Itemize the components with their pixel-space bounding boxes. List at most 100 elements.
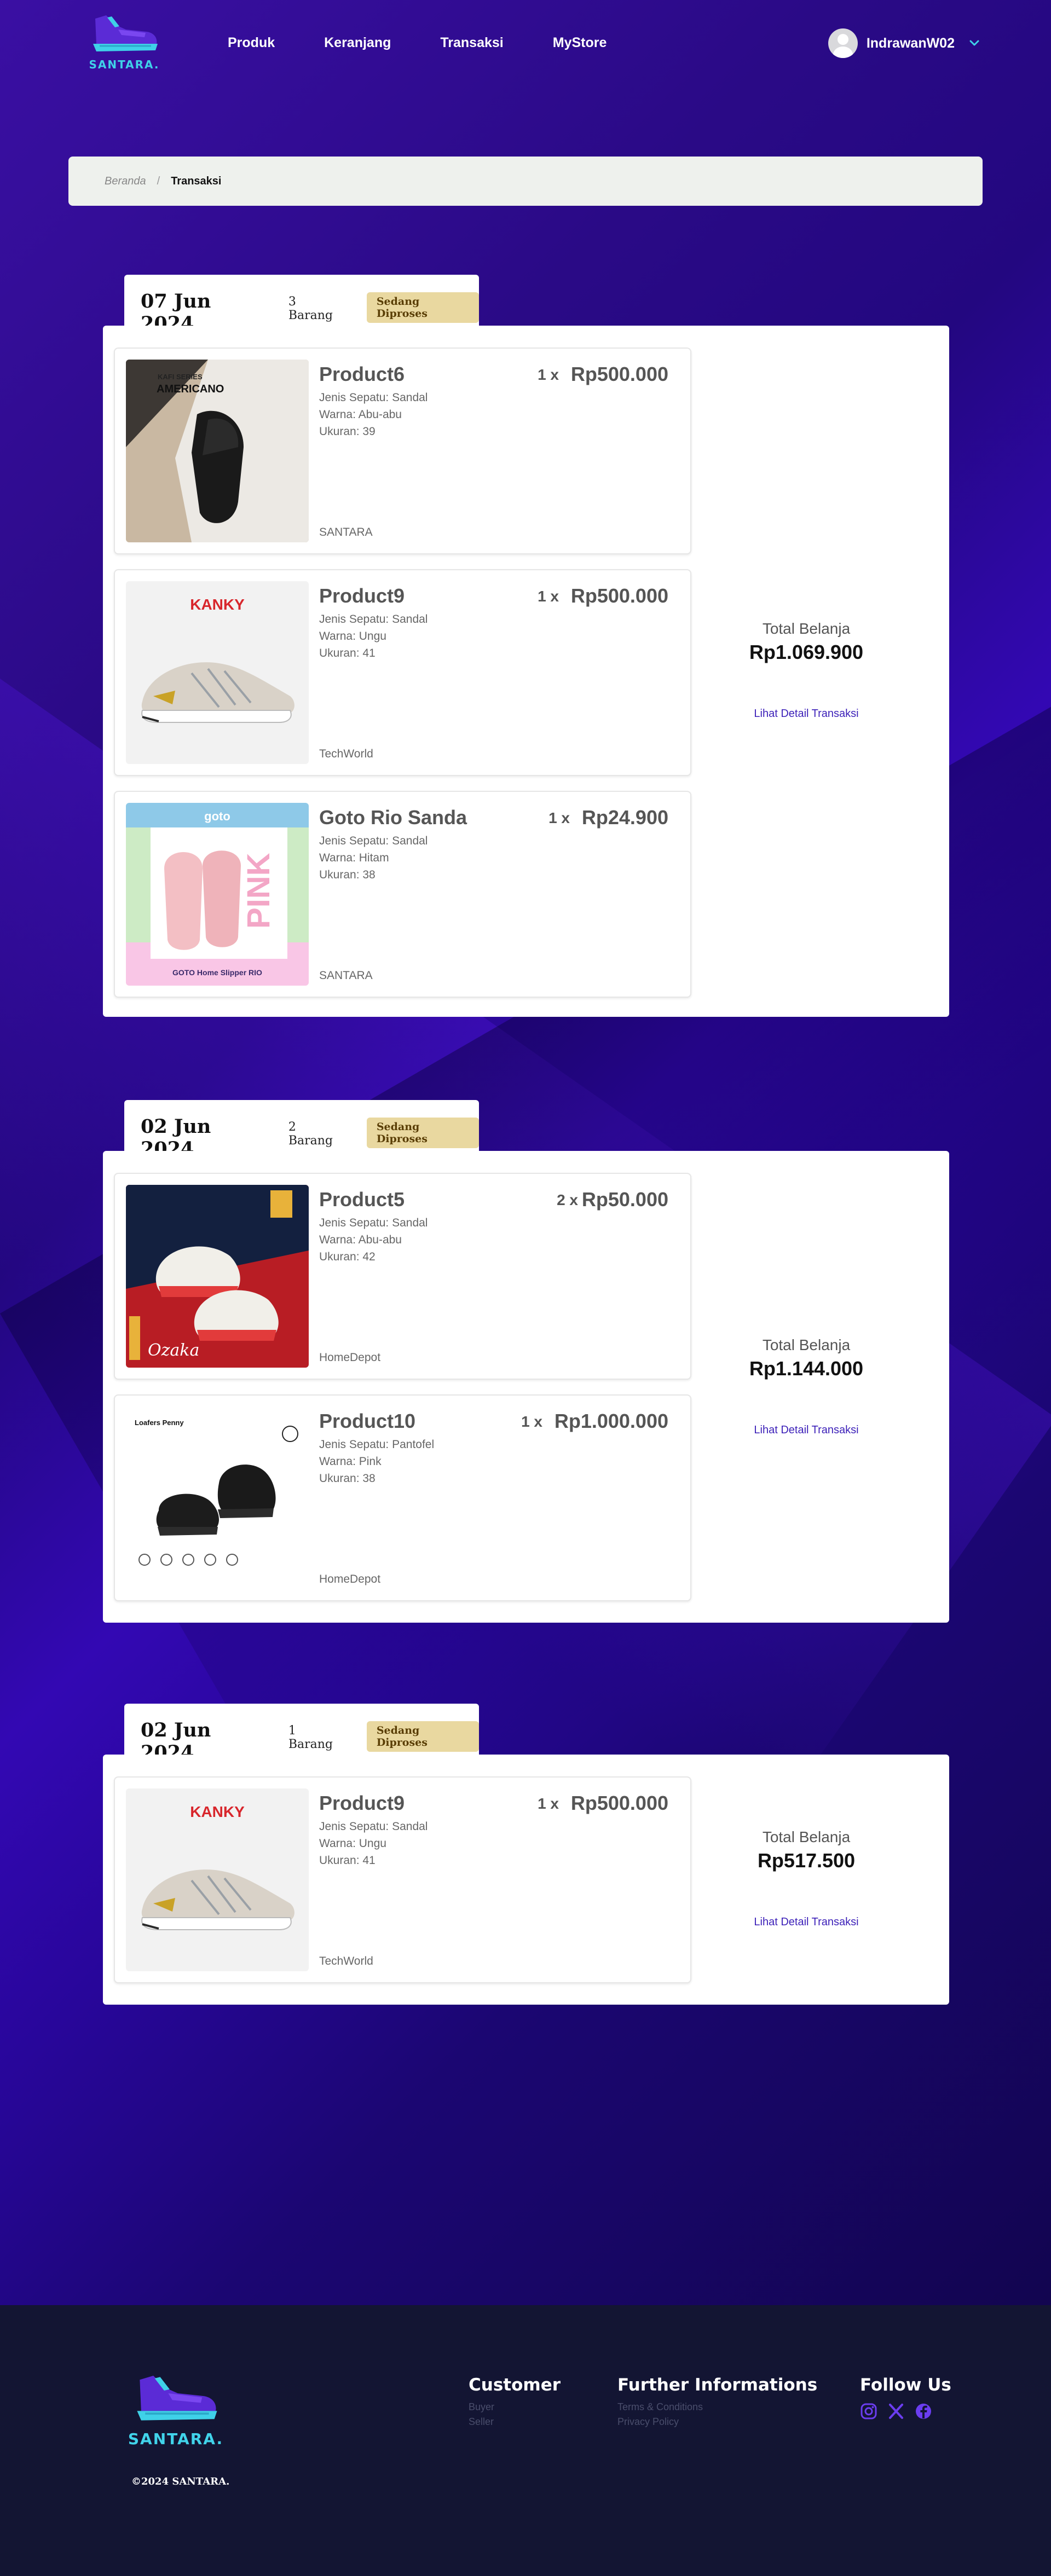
store-name: TechWorld [319, 748, 373, 760]
nav-link-transaksi[interactable]: Transaksi [440, 35, 503, 51]
order-card: 02 Jun 2024 2 Barang Sedang Diproses Oza… [103, 1100, 949, 1623]
product-price: Rp1.000.000 [554, 1410, 668, 1432]
view-transaction-detail-link[interactable]: Lihat Detail Transaksi [732, 1424, 880, 1437]
footer-further-column: Further Informations Terms & Conditions … [617, 2375, 817, 2428]
breadcrumb-separator: / [157, 175, 160, 187]
product-type: Jenis Sepatu: Sandal [319, 1217, 428, 1229]
store-name: TechWorld [319, 1955, 373, 1967]
order-summary: Total Belanja Rp1.144.000 Lihat Detail T… [732, 1336, 880, 1437]
product-name[interactable]: Product9 [319, 584, 405, 607]
image-caption-title: AMERICANO [157, 383, 224, 395]
order-body: KANKY Product9 1 x Rp500.000 Jenis Sepat… [103, 1755, 949, 2005]
product-price: Rp24.900 [581, 806, 668, 829]
product-type: Jenis Sepatu: Sandal [319, 613, 428, 626]
product-name[interactable]: Product9 [319, 1792, 405, 1815]
chevron-down-icon[interactable] [968, 37, 981, 50]
order-item[interactable]: Ozaka Product5 2 x Rp50.000 Jenis Sepatu… [114, 1173, 691, 1380]
image-caption-product: GOTO Home Slipper RIO [172, 968, 262, 977]
footer-link-seller[interactable]: Seller [469, 2416, 561, 2428]
order-items: Ozaka Product5 2 x Rp50.000 Jenis Sepatu… [114, 1173, 691, 1616]
main-nav: Produk Keranjang Transaksi MyStore [228, 35, 607, 51]
order-items: KANKY Product9 1 x Rp500.000 Jenis Sepat… [114, 1776, 691, 1998]
order-items: KAFI SERIES AMERICANO Product6 1 x Rp500… [114, 348, 691, 1012]
order-card: 02 Jun 2024 1 Barang Sedang Diproses KAN… [103, 1704, 949, 2005]
product-color: Warna: Hitam [319, 852, 389, 864]
order-summary: Total Belanja Rp1.069.900 Lihat Detail T… [732, 620, 880, 720]
user-menu[interactable]: IndrawanW02 [828, 28, 981, 58]
image-caption-brand: goto [204, 809, 230, 823]
status-badge: Sedang Diproses [366, 1118, 479, 1148]
product-type: Jenis Sepatu: Sandal [319, 835, 428, 847]
avatar[interactable] [828, 28, 858, 58]
nav-link-keranjang[interactable]: Keranjang [324, 35, 391, 51]
footer-customer-column: Customer Buyer Seller [469, 2375, 561, 2428]
image-caption-color: PINK [241, 853, 276, 929]
product-price: Rp500.000 [570, 1792, 668, 1814]
product-image[interactable]: KANKY [126, 581, 309, 764]
view-transaction-detail-link[interactable]: Lihat Detail Transaksi [732, 708, 880, 720]
order-body: KAFI SERIES AMERICANO Product6 1 x Rp500… [103, 326, 949, 1017]
order-item-count: 2 Barang [288, 1120, 333, 1148]
order-header: 02 Jun 2024 1 Barang Sedang Diproses [124, 1704, 479, 1764]
product-quantity: 1 x [548, 809, 570, 826]
image-caption-series: KAFI SERIES [158, 373, 203, 381]
order-item[interactable]: Loafers Penny Product10 1 x Rp1.000.000 … [114, 1394, 691, 1601]
order-item[interactable]: KANKY Product9 1 x Rp500.000 Jenis Sepat… [114, 569, 691, 776]
product-name[interactable]: Product10 [319, 1410, 415, 1433]
x-icon[interactable] [887, 2403, 905, 2420]
footer-follow-title: Follow Us [860, 2375, 951, 2395]
product-size: Ukuran: 41 [319, 647, 376, 659]
store-name: HomeDepot [319, 1573, 381, 1585]
product-size: Ukuran: 39 [319, 425, 376, 438]
nav-link-produk[interactable]: Produk [228, 35, 275, 51]
order-item[interactable]: KANKY Product9 1 x Rp500.000 Jenis Sepat… [114, 1776, 691, 1983]
order-header: 07 Jun 2024 3 Barang Sedang Diproses [124, 275, 479, 335]
footer-link-buyer[interactable]: Buyer [469, 2401, 561, 2413]
image-caption-brand: Ozaka [148, 1341, 199, 1360]
social-icons [860, 2403, 951, 2420]
footer-customer-title: Customer [469, 2375, 561, 2395]
order-card: 07 Jun 2024 3 Barang Sedang Diproses KAF… [103, 275, 949, 1017]
total-label: Total Belanja [762, 620, 851, 637]
product-quantity: 2 x [557, 1191, 578, 1208]
product-color: Warna: Abu-abu [319, 1234, 402, 1246]
facebook-icon[interactable] [915, 2403, 932, 2420]
order-item[interactable]: goto PINK GOTO Home Slipper RIO Goto Rio… [114, 791, 691, 998]
product-image[interactable]: goto PINK GOTO Home Slipper RIO [126, 803, 309, 986]
store-name: SANTARA [319, 526, 373, 539]
brand-logo[interactable]: SANTARA. [85, 13, 163, 74]
product-quantity: 1 x [538, 588, 559, 605]
product-color: Warna: Ungu [319, 630, 386, 642]
product-size: Ukuran: 41 [319, 1854, 376, 1867]
product-name[interactable]: Goto Rio Sanda [319, 806, 467, 829]
product-image[interactable]: KANKY [126, 1788, 309, 1971]
product-image[interactable]: Loafers Penny [126, 1406, 309, 1589]
product-name[interactable]: Product6 [319, 363, 405, 386]
instagram-icon[interactable] [860, 2403, 877, 2420]
product-image[interactable]: Ozaka [126, 1185, 309, 1368]
product-image[interactable]: KAFI SERIES AMERICANO [126, 360, 309, 542]
footer-logo-text: SANTARA. [128, 2430, 224, 2448]
total-label: Total Belanja [762, 1828, 851, 1845]
footer-link-terms[interactable]: Terms & Conditions [617, 2401, 817, 2413]
order-header: 02 Jun 2024 2 Barang Sedang Diproses [124, 1100, 479, 1160]
product-name[interactable]: Product5 [319, 1188, 405, 1211]
total-value: Rp1.069.900 [749, 641, 864, 663]
product-quantity: 1 x [538, 1795, 559, 1812]
product-quantity: 1 x [521, 1413, 542, 1430]
product-color: Warna: Abu-abu [319, 408, 402, 421]
shoe-logo-icon [137, 2375, 217, 2421]
order-item-count: 1 Barang [288, 1724, 333, 1751]
breadcrumb-home[interactable]: Beranda [105, 175, 146, 188]
brand-logo-text: SANTARA. [89, 58, 160, 71]
username[interactable]: IndrawanW02 [867, 36, 955, 51]
footer-further-title: Further Informations [617, 2375, 818, 2395]
product-color: Warna: Pink [319, 1455, 382, 1468]
nav-link-mystore[interactable]: MyStore [553, 35, 607, 51]
copyright: ©2024 SANTARA. [131, 2476, 230, 2487]
product-type: Jenis Sepatu: Sandal [319, 1820, 428, 1833]
footer-logo[interactable]: SANTARA. [127, 2373, 224, 2450]
order-item[interactable]: KAFI SERIES AMERICANO Product6 1 x Rp500… [114, 348, 691, 554]
footer-link-privacy[interactable]: Privacy Policy [617, 2416, 817, 2428]
view-transaction-detail-link[interactable]: Lihat Detail Transaksi [732, 1916, 880, 1929]
